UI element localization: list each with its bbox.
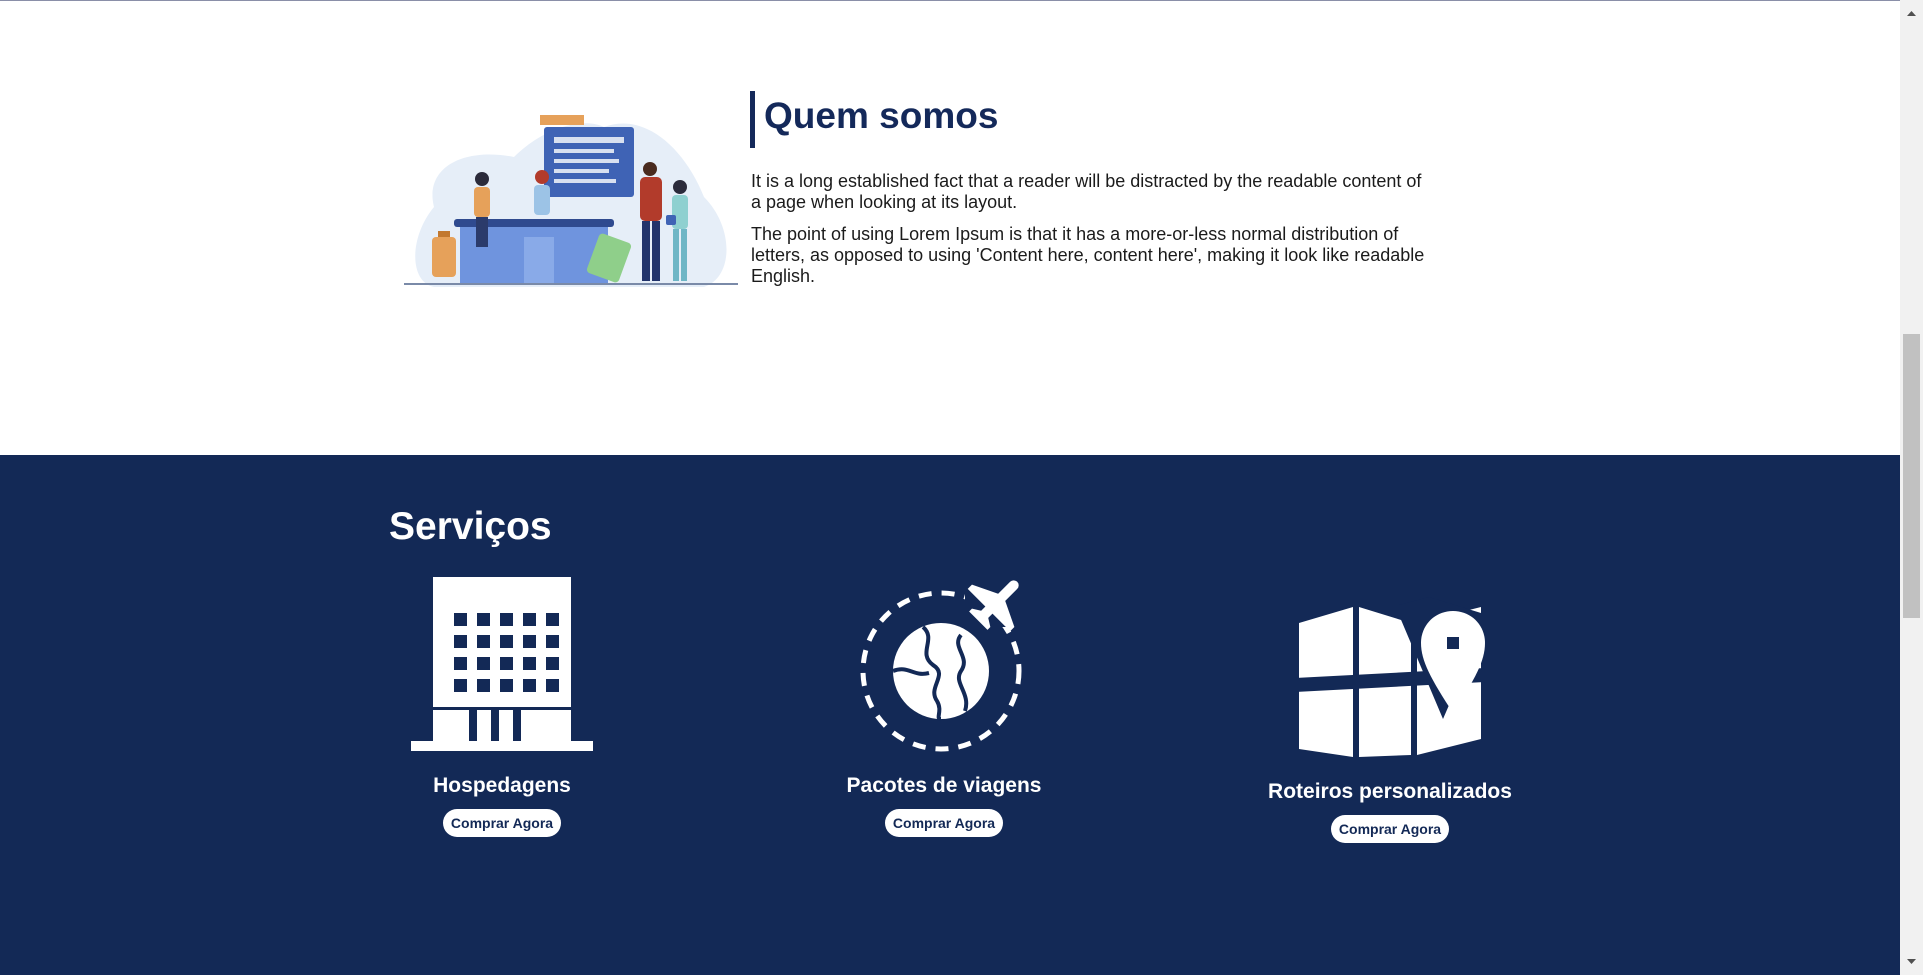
map-pin-icon bbox=[1295, 597, 1485, 757]
about-section: Quem somos It is a long established fact… bbox=[0, 1, 1900, 455]
about-title-wrapper: Quem somos bbox=[750, 91, 998, 148]
vertical-scrollbar[interactable] bbox=[1900, 0, 1923, 975]
service-card-roteiros: Roteiros personalizados Comprar Agora bbox=[1230, 583, 1550, 843]
service-name: Pacotes de viagens bbox=[846, 774, 1042, 797]
service-card-hospedagens: Hospedagens Comprar Agora bbox=[342, 575, 662, 837]
service-name: Hospedagens bbox=[433, 774, 571, 797]
buy-now-button[interactable]: Comprar Agora bbox=[1330, 815, 1450, 843]
building-icon bbox=[411, 577, 593, 751]
services-title: Serviços bbox=[389, 505, 552, 548]
about-paragraph: It is a long established fact that a rea… bbox=[751, 171, 1422, 212]
scroll-down-arrow-icon[interactable] bbox=[1900, 949, 1923, 975]
airport-checkin-illustration bbox=[404, 115, 738, 287]
buy-now-button[interactable]: Comprar Agora bbox=[442, 809, 562, 837]
buy-now-button[interactable]: Comprar Agora bbox=[884, 809, 1004, 837]
about-title: Quem somos bbox=[764, 95, 999, 136]
service-name: Roteiros personalizados bbox=[1268, 780, 1512, 803]
scroll-up-arrow-icon[interactable] bbox=[1900, 0, 1923, 26]
scrollbar-thumb[interactable] bbox=[1903, 334, 1920, 618]
service-card-pacotes: Pacotes de viagens Comprar Agora bbox=[784, 575, 1104, 837]
about-paragraph: The point of using Lorem Ipsum is that i… bbox=[751, 224, 1425, 286]
page: Quem somos It is a long established fact… bbox=[0, 0, 1900, 975]
about-text: It is a long established fact that a rea… bbox=[751, 171, 1431, 298]
services-section: Serviços Hospedagens Comprar Agora Pacot… bbox=[0, 455, 1900, 975]
globe-plane-icon bbox=[860, 575, 1025, 752]
